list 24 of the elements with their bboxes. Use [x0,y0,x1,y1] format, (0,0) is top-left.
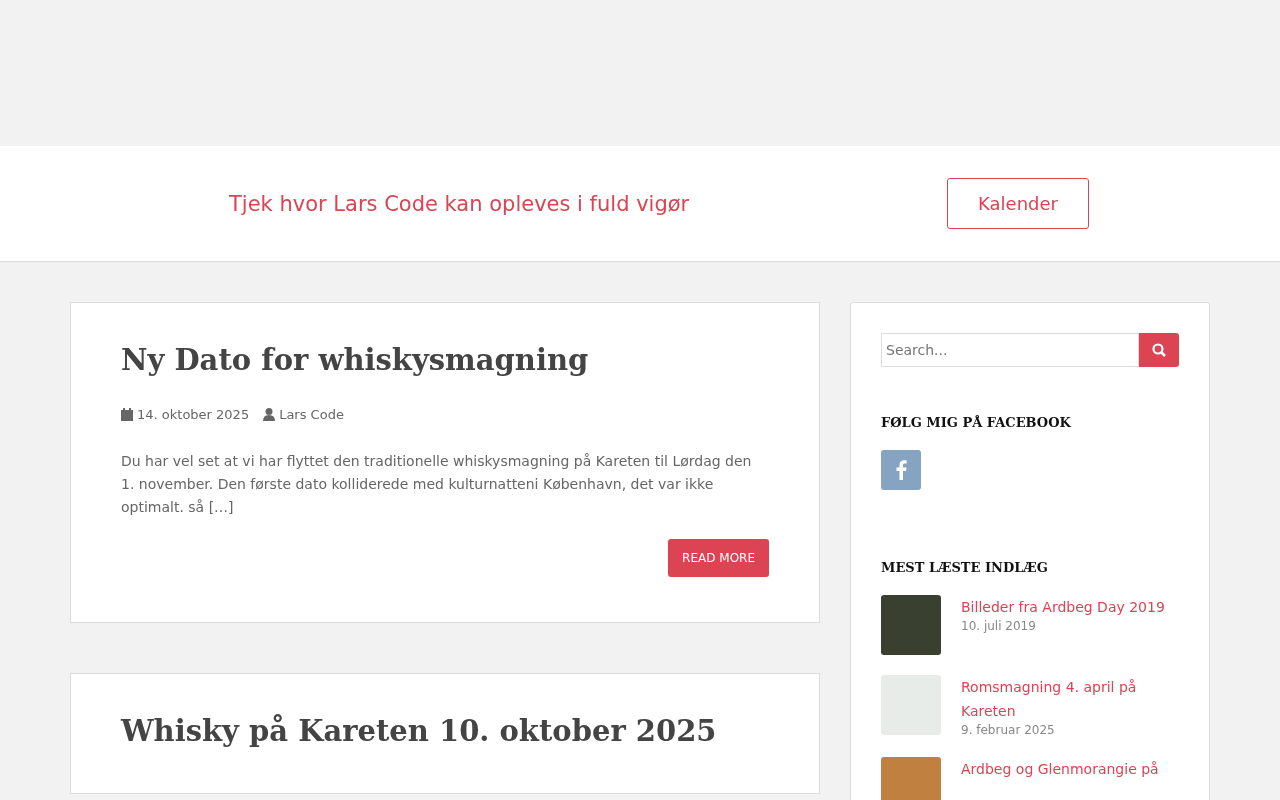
read-more-button[interactable]: READ MORE [668,539,769,577]
search-button[interactable] [1139,333,1179,367]
calendar-button[interactable]: Kalender [947,178,1089,229]
popular-post-link[interactable]: Billeder fra Ardbeg Day 2019 [961,595,1165,619]
widget-heading: MEST LÆSTE INDLÆG [881,560,1049,575]
user-icon [263,408,276,421]
widget-heading: FØLG MIG PÅ FACEBOOK [881,415,1072,430]
popular-post-date: 10. juli 2019 [961,619,1037,633]
post-title[interactable]: Ny Dato for whiskysmagning [121,343,769,377]
post-excerpt: Du har vel set at vi har flyttet den traditionelle whiskysmagning på Kareten til Lørdag den 1. november. Den første dato kolliderede med kulturnatteni København, det var ikke optimalt. så […] [121,452,753,517]
popular-post-date: 9. februar 2025 [961,723,1056,737]
facebook-icon [895,460,907,480]
post-title[interactable]: Whisky på Kareten 10. oktober 2025 [121,714,769,748]
popular-post-link[interactable]: Ardbeg og Glenmorangie på [961,757,1159,781]
search-icon [1152,343,1166,357]
post-date[interactable]: 14. oktober 2025 [137,407,250,422]
photo-placeholder[interactable] [881,757,941,800]
photo-placeholder[interactable] [881,595,941,655]
post-author[interactable]: Lars Code [279,407,344,422]
calendar-icon [121,408,133,421]
popular-post-link[interactable]: Romsmagning 4. april på Kareten [961,675,1179,723]
banner-text: Tjek hvor Lars Code kan opleves i fuld vigør [229,191,690,216]
facebook-button[interactable] [881,450,921,490]
search-field[interactable]: Search... [881,333,1139,367]
